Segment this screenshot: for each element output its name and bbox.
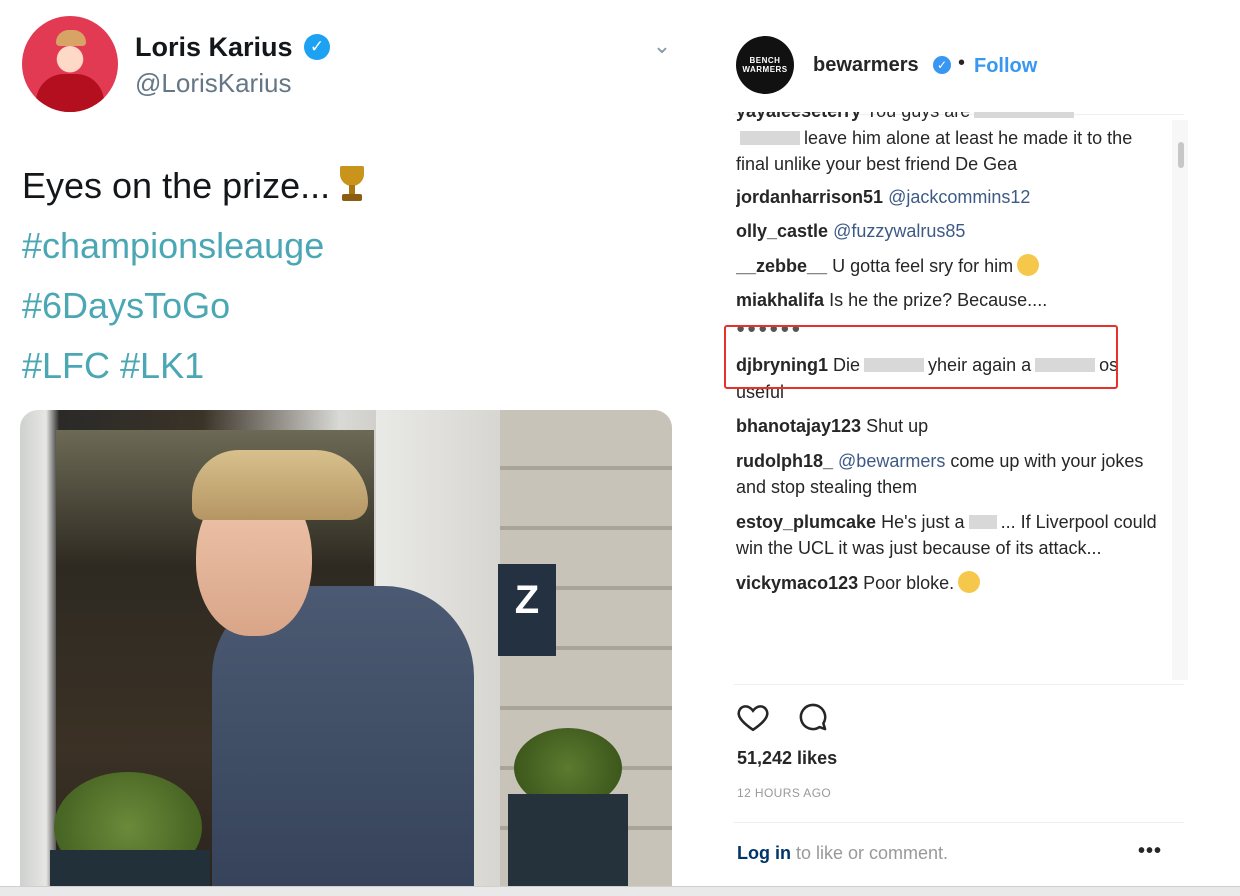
comment-username[interactable]: vickymaco123 (736, 573, 858, 593)
hashtag-6daystogo[interactable]: #6DaysToGo (22, 276, 370, 336)
author-handle[interactable]: @LorisKarius (135, 68, 291, 99)
comment-username[interactable]: yayaleeseterry (736, 112, 861, 121)
photo-person-hair (192, 450, 368, 520)
comment-text: U gotta feel sry for him (832, 255, 1014, 276)
heart-icon[interactable] (736, 700, 770, 734)
comment-jordanharrison51: jordanharrison51 @jackcommins12 (736, 184, 1180, 211)
post-timestamp[interactable]: 12 HOURS AGO (737, 786, 831, 800)
bottom-border (0, 886, 1240, 896)
sad-face-icon (1017, 253, 1040, 276)
follow-button[interactable]: Follow (974, 55, 1037, 78)
comment-icon[interactable] (796, 700, 830, 734)
comment-text: Shut up (866, 416, 929, 436)
blurred-text (974, 112, 1075, 118)
separator-dot: • (958, 52, 966, 74)
tweet-card: Loris Karius ✓ @LorisKarius ⌄ Eyes on th… (0, 0, 700, 896)
login-prompt: Log in to like or comment. (737, 843, 948, 864)
comment-username[interactable]: jordanharrison51 (736, 187, 883, 207)
avatar-shirt (36, 74, 104, 112)
relieved-face-icon (958, 570, 981, 593)
tweet-text: Eyes on the prize... #championsleauge #6… (22, 156, 370, 396)
photo-pot-right (508, 794, 628, 886)
tweet-caption: Eyes on the prize... (22, 165, 331, 206)
comment-username[interactable]: bhanotajay123 (736, 416, 861, 436)
comment-olly-castle: olly_castle @fuzzywalrus85 (736, 218, 1180, 245)
comments-list: yayaleeseterry You guys are leave him al… (736, 112, 1180, 678)
tweet-line-1: Eyes on the prize... (22, 156, 370, 216)
more-options-icon[interactable]: ••• (1138, 840, 1162, 863)
comment-username[interactable]: miakhalifa (736, 290, 824, 310)
comment-username[interactable]: olly_castle (736, 221, 828, 241)
comment-vickymaco123: vickymaco123 Poor bloke. (736, 570, 1180, 597)
trophy-icon (334, 164, 370, 204)
highlighted-comment-box (724, 325, 1118, 389)
blurred-text (968, 514, 997, 529)
author-name[interactable]: Loris Karius (135, 32, 293, 63)
comment-text: Is he the prize? Because.... (829, 290, 1048, 310)
photo-pot-left (50, 850, 210, 886)
avatar-hair (56, 30, 86, 46)
comment-text: Poor bloke. (863, 572, 955, 593)
likes-count[interactable]: 51,242 likes (737, 748, 837, 769)
instagram-post: BENCH WARMERS bewarmers ✓ • Follow yayal… (700, 0, 1240, 896)
actions-divider (734, 684, 1184, 685)
verified-badge-icon: ✓ (933, 56, 951, 74)
ig-username[interactable]: bewarmers (813, 54, 919, 77)
login-text: to like or comment. (796, 843, 949, 863)
tweet-photo[interactable]: Z (20, 410, 672, 886)
comment-username[interactable]: estoy_plumcake (736, 512, 876, 532)
ig-avatar[interactable]: BENCH WARMERS (736, 36, 794, 94)
comment-username[interactable]: __zebbe__ (736, 256, 827, 276)
hashtag-championsleauge[interactable]: #championsleauge (22, 216, 370, 276)
author-avatar[interactable] (22, 16, 118, 112)
chevron-down-icon[interactable]: ⌄ (648, 32, 676, 60)
verified-badge-icon: ✓ (304, 34, 330, 60)
comment-mention[interactable]: @jackcommins12 (888, 187, 1030, 207)
blurred-text (740, 130, 800, 145)
comment-bhanotajay123: bhanotajay123 Shut up (736, 413, 1180, 440)
comment-rudolph18: rudolph18_ @bewarmers come up with your … (736, 448, 1180, 501)
login-link[interactable]: Log in (737, 843, 791, 863)
comment-text: He's just a (881, 511, 965, 532)
comment-zebbe: __zebbe__ U gotta feel sry for him (736, 253, 1180, 280)
comment-mention[interactable]: @bewarmers (838, 451, 945, 471)
comment-text: You guys are (866, 112, 970, 121)
photo-z-sign: Z (498, 564, 556, 656)
login-divider (734, 822, 1184, 823)
comment-yayaleeseterry: yayaleeseterry You guys are leave him al… (736, 112, 1180, 178)
hashtag-lfc-lk1[interactable]: #LFC #LK1 (22, 336, 370, 396)
comment-username[interactable]: rudolph18_ (736, 451, 833, 471)
comment-mention[interactable]: @fuzzywalrus85 (833, 221, 965, 241)
comment-estoy-plumcake: estoy_plumcake He's just a... If Liverpo… (736, 509, 1180, 562)
